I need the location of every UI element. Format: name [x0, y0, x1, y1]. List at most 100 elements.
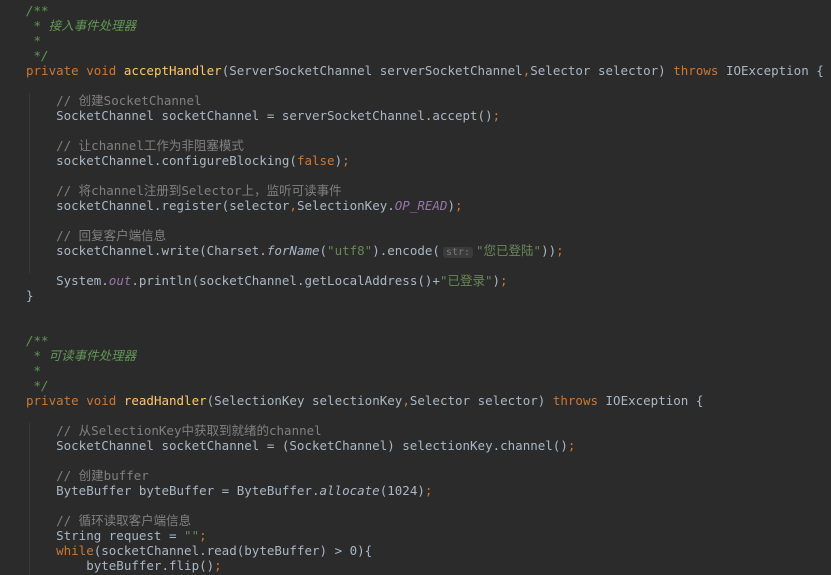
- code-token: // 将channel注册到Selector上，监听可读事件: [26, 183, 342, 198]
- code-token: /**: [26, 333, 49, 348]
- code-line: private void acceptHandler(ServerSocketC…: [26, 63, 824, 78]
- code-line: socketChannel.write(Charset.forName("utf…: [26, 243, 824, 258]
- code-token: "": [184, 528, 200, 543]
- code-token: false: [296, 153, 335, 168]
- code-line: // 创建SocketChannel: [26, 93, 824, 108]
- code-line: }: [26, 288, 824, 303]
- code-token: * 可读事件处理器: [26, 348, 137, 363]
- code-token: ){: [357, 543, 373, 558]
- code-token: ;: [492, 108, 501, 123]
- code-token: ;: [424, 483, 433, 498]
- code-token: socketChannel.write(Charset.: [26, 243, 267, 258]
- code-line: *: [26, 363, 824, 378]
- code-token: Selector selector): [530, 63, 674, 78]
- code-token: ByteBuffer byteBuffer = ByteBuffer.: [26, 483, 320, 498]
- code-token: // 让channel工作为非阻塞模式: [26, 138, 244, 153]
- code-token: (ServerSocketChannel serverSocketChannel: [221, 63, 523, 78]
- code-token: allocate: [319, 483, 380, 498]
- code-line: *: [26, 33, 824, 48]
- code-token: *: [26, 33, 42, 48]
- code-line: SocketChannel socketChannel = serverSock…: [26, 108, 824, 123]
- code-token: IOException {: [605, 393, 704, 408]
- code-content[interactable]: /** * 接入事件处理器 * */private void acceptHan…: [26, 3, 824, 573]
- code-token: SelectionKey.: [296, 198, 395, 213]
- code-token: "utf8": [327, 243, 373, 258]
- code-token: ): [492, 273, 501, 288]
- code-token: // 回复客户端信息: [26, 228, 167, 243]
- code-token: ,: [289, 198, 297, 213]
- code-token: SocketChannel socketChannel = (SocketCha…: [26, 438, 568, 453]
- code-token: out: [108, 273, 132, 288]
- code-token: private void: [26, 393, 124, 408]
- code-line: // 创建buffer: [26, 468, 824, 483]
- code-token: // 从SelectionKey中获取到就绪的channel: [26, 423, 322, 438]
- code-token: * 接入事件处理器: [26, 18, 137, 33]
- code-token: ).encode(: [372, 243, 440, 258]
- code-line: // 回复客户端信息: [26, 228, 824, 243]
- code-line: System.out.println(socketChannel.getLoca…: [26, 273, 824, 288]
- code-token: ;: [556, 243, 564, 258]
- code-token: ;: [455, 198, 463, 213]
- code-token: // 循环读取客户端信息: [26, 513, 192, 528]
- code-token: }: [26, 288, 34, 303]
- code-editor[interactable]: /** * 接入事件处理器 * */private void acceptHan…: [0, 0, 831, 575]
- code-token: ;: [214, 558, 222, 573]
- code-token: *: [26, 363, 42, 378]
- code-token: throws: [552, 393, 606, 408]
- code-token: (SelectionKey selectionKey: [206, 393, 403, 408]
- code-token: String request =: [26, 528, 185, 543]
- code-token: ): [417, 483, 425, 498]
- code-token: "已登录": [439, 273, 493, 288]
- code-token: )): [541, 243, 557, 258]
- code-token: // 创建buffer: [26, 468, 149, 483]
- code-line: /**: [26, 333, 824, 348]
- code-line: */: [26, 48, 824, 63]
- code-token: IOException {: [725, 63, 824, 78]
- code-line: ByteBuffer byteBuffer = ByteBuffer.alloc…: [26, 483, 824, 498]
- code-line: String request = "";: [26, 528, 824, 543]
- code-line: // 将channel注册到Selector上，监听可读事件: [26, 183, 824, 198]
- code-token: ): [334, 153, 343, 168]
- code-token: socketChannel.register(selector: [26, 198, 290, 213]
- code-token: System.: [26, 273, 109, 288]
- code-line: while(socketChannel.read(byteBuffer) > 0…: [26, 543, 824, 558]
- code-token: (: [319, 243, 328, 258]
- code-token: while: [56, 543, 94, 558]
- code-line: * 接入事件处理器: [26, 18, 824, 33]
- code-token: Selector selector): [409, 393, 553, 408]
- code-token: ): [447, 198, 455, 213]
- code-token: */: [26, 378, 49, 393]
- parameter-hint: str:: [442, 247, 474, 258]
- code-token: (socketChannel.read(byteBuffer) >: [93, 543, 350, 558]
- code-token: .println(socketChannel.getLocalAddress()…: [131, 273, 440, 288]
- code-token: /**: [26, 3, 49, 18]
- code-token: "您已登陆": [476, 243, 542, 258]
- code-line: socketChannel.register(selector,Selectio…: [26, 198, 824, 213]
- code-token: ;: [199, 528, 207, 543]
- code-token: // 创建SocketChannel: [26, 93, 202, 108]
- code-token: readHandler: [123, 393, 207, 408]
- code-line: /**: [26, 3, 824, 18]
- code-token: */: [26, 48, 49, 63]
- code-token: ;: [500, 273, 508, 288]
- code-token: byteBuffer.flip(): [26, 558, 215, 573]
- code-token: OP_READ: [394, 198, 448, 213]
- code-line: // 从SelectionKey中获取到就绪的channel: [26, 423, 824, 438]
- code-token: private void: [26, 63, 124, 78]
- code-line: socketChannel.configureBlocking(false);: [26, 153, 824, 168]
- code-token: ,: [402, 393, 410, 408]
- code-line: * 可读事件处理器: [26, 348, 824, 363]
- code-line: private void readHandler(SelectionKey se…: [26, 393, 824, 408]
- code-line: // 让channel工作为非阻塞模式: [26, 138, 824, 153]
- code-line: byteBuffer.flip();: [26, 558, 824, 573]
- code-token: socketChannel.configureBlocking(: [26, 153, 297, 168]
- code-line: */: [26, 378, 824, 393]
- code-token: SocketChannel socketChannel = serverSock…: [26, 108, 493, 123]
